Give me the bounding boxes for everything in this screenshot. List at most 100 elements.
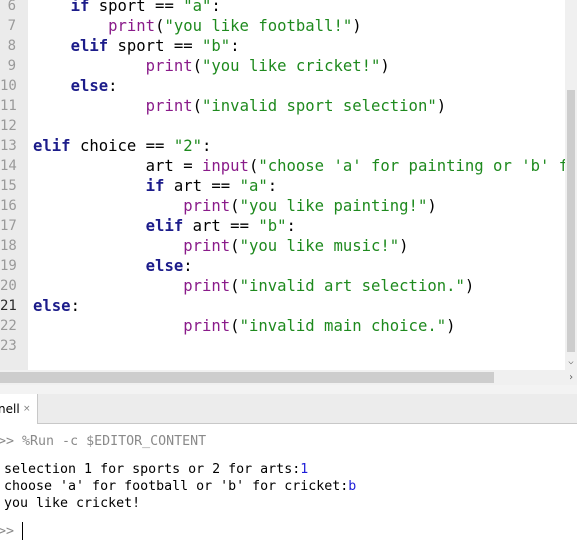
shell-console[interactable]: >> %Run -c $EDITOR_CONTENT selection 1 f…: [0, 424, 577, 545]
code-string: "invalid sport selection": [202, 97, 437, 115]
scroll-down-arrow-icon[interactable]: ⌵: [567, 357, 575, 367]
code-line[interactable]: else:: [33, 256, 193, 276]
line-number-gutter: 6 7 8 9 10 11 12 13 14 15 16 17 18 19 20 21 22 23: [0, 0, 28, 370]
code-string: "invalid art selection.": [239, 277, 465, 295]
line-number: 17: [0, 218, 17, 234]
code-token: choice ==: [70, 137, 174, 155]
code-string: "you like music!": [239, 237, 400, 255]
code-token: sport ==: [108, 37, 203, 55]
code-line[interactable]: else:: [33, 76, 118, 96]
code-line[interactable]: art = input("choose 'a' for painting or …: [33, 156, 565, 176]
code-token: ): [399, 237, 409, 255]
code-line[interactable]: elif choice == "2":: [33, 136, 211, 156]
code-token: :: [183, 257, 193, 275]
code-token: :: [108, 77, 118, 95]
code-token: ): [464, 277, 475, 295]
run-command: %Run -c $EDITOR_CONTENT: [22, 434, 207, 449]
code-line[interactable]: elif art == "b":: [33, 216, 296, 236]
editor-horizontal-scrollbar[interactable]: [0, 370, 565, 385]
code-token: art ==: [183, 217, 259, 235]
code-token: (: [230, 197, 240, 215]
line-number: 12: [0, 118, 17, 134]
code-string: "invalid main choice.": [239, 317, 447, 335]
code-line[interactable]: print("you like painting!"): [33, 196, 437, 216]
line-number: 23: [0, 338, 17, 354]
user-input: 1: [300, 462, 309, 477]
code-line[interactable]: print("you like cricket!"): [33, 56, 390, 76]
code-keyword: elif: [145, 217, 184, 235]
code-token: sport ==: [89, 0, 184, 15]
tab-shell-label: nell: [0, 402, 20, 416]
horizontal-scroll-thumb[interactable]: [0, 372, 494, 383]
code-token: (: [248, 157, 259, 175]
code-line[interactable]: if art == "a":: [33, 176, 277, 196]
close-icon[interactable]: ×: [23, 394, 31, 424]
code-token: :: [267, 177, 278, 195]
shell-output-line: you like cricket!: [4, 496, 140, 511]
code-token: :: [211, 0, 221, 15]
shell-input-line[interactable]: >>: [0, 524, 14, 539]
output-text: you like cricket!: [4, 496, 141, 511]
output-text: choose 'a' for football or 'b' for crick…: [4, 479, 349, 494]
code-line[interactable]: print("you like music!"): [33, 236, 409, 256]
code-keyword: else: [70, 77, 109, 95]
code-line[interactable]: elif sport == "b":: [33, 36, 240, 56]
code-token: ): [427, 197, 437, 215]
code-line[interactable]: print("you like football!"): [33, 16, 362, 36]
shell-tab-bar: nell ×: [0, 394, 577, 424]
code-token: ): [446, 317, 456, 335]
code-builtin: print: [108, 17, 156, 35]
shell-prompt: >>: [0, 434, 15, 449]
line-number: 21: [0, 298, 17, 314]
code-string: "you like football!": [164, 17, 353, 35]
line-number: 6: [7, 0, 16, 14]
code-keyword: if: [70, 0, 90, 15]
code-token: (: [230, 277, 240, 295]
code-token: :: [286, 217, 296, 235]
line-number: 19: [0, 258, 17, 274]
code-token: :: [230, 37, 240, 55]
code-builtin: print: [183, 197, 231, 215]
line-number: 20: [0, 278, 17, 294]
code-token: art =: [33, 157, 202, 175]
shell-scrollbar-area: [565, 424, 577, 545]
code-line[interactable]: else:: [33, 296, 80, 316]
tab-shell[interactable]: nell ×: [0, 394, 38, 424]
code-builtin: print: [183, 237, 231, 255]
scroll-right-arrow-icon[interactable]: ›: [565, 370, 577, 385]
vertical-scroll-thumb[interactable]: [567, 90, 575, 352]
code-line[interactable]: print("invalid main choice."): [33, 316, 456, 336]
pane-splitter[interactable]: [0, 385, 577, 394]
code-builtin: print: [183, 277, 231, 295]
code-token: (: [192, 97, 203, 115]
code-line[interactable]: if sport == "a":: [33, 0, 221, 16]
code-token: (: [230, 237, 240, 255]
code-line[interactable]: print("invalid sport selection"): [33, 96, 446, 116]
editor-vertical-scrollbar[interactable]: ⌵: [565, 0, 577, 370]
line-number: 18: [0, 238, 17, 254]
user-input: b: [348, 479, 357, 494]
line-number: 13: [0, 138, 17, 154]
code-string: "b": [202, 37, 231, 55]
code-token: :: [70, 297, 80, 315]
line-number: 10: [0, 78, 17, 94]
code-editor[interactable]: 6 7 8 9 10 11 12 13 14 15 16 17 18 19 20 21 22 23 if spor…: [0, 0, 577, 385]
code-token: (: [230, 317, 240, 335]
code-area[interactable]: if sport == "a": print("you like footbal…: [33, 0, 565, 370]
line-number: 15: [0, 178, 17, 194]
code-keyword: else: [145, 257, 184, 275]
line-number: 8: [7, 38, 16, 54]
code-string: "b": [258, 217, 287, 235]
code-token: art ==: [164, 177, 240, 195]
code-token: (: [192, 57, 203, 75]
code-line[interactable]: print("invalid art selection."): [33, 276, 474, 296]
